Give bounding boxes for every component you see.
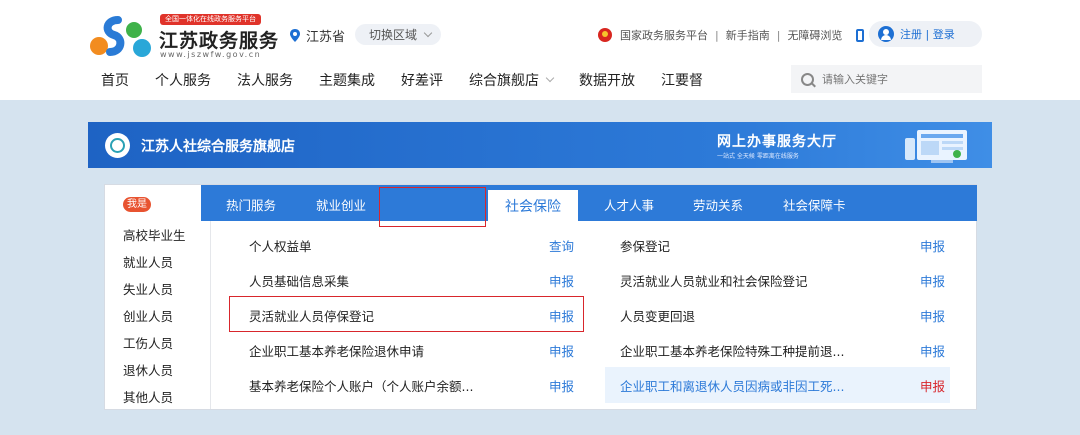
nav-rating[interactable]: 好差评 <box>401 70 443 90</box>
sidebar-item-entrepreneur[interactable]: 创业人员 <box>123 306 173 325</box>
sidebar-item-injured[interactable]: 工伤人员 <box>123 333 173 352</box>
tab-labor-relations[interactable]: 劳动关系 <box>693 195 743 214</box>
main-nav: 首页 个人服务 法人服务 主题集成 好差评 综合旗舰店 数据开放 江要督 <box>101 70 729 90</box>
computer-illustration-icon <box>905 130 967 163</box>
apply-button[interactable]: 申报 <box>549 341 574 360</box>
service-name: 人员基础信息采集 <box>249 273 350 289</box>
service-name: 企业职工基本养老保险退休申请 <box>249 343 425 359</box>
service-hall-subtitle: 一站式 全天候 零距离在线服务 <box>717 153 799 160</box>
province-label: 江苏省 <box>306 30 346 45</box>
mobile-phone-icon[interactable] <box>856 28 865 42</box>
site-logo-icon[interactable] <box>88 14 154 60</box>
service-row[interactable]: 参保登记 申报 <box>620 227 950 263</box>
service-name: 基本养老保险个人账户（个人账户余额... <box>249 378 474 394</box>
service-row[interactable]: 基本养老保险个人账户（个人账户余额... 申报 <box>249 367 579 403</box>
category-tabs: 热门服务 就业创业 社会保险 人才人事 劳动关系 社会保障卡 <box>201 185 977 221</box>
store-title: 江苏人社综合服务旗舰店 <box>141 139 295 155</box>
national-platform-link[interactable]: 国家政务服务平台 <box>620 27 708 43</box>
tab-talent[interactable]: 人才人事 <box>604 195 654 214</box>
apply-button[interactable]: 申报 <box>920 271 945 290</box>
nav-personal[interactable]: 个人服务 <box>155 70 211 90</box>
sidebar-item-employed[interactable]: 就业人员 <box>123 252 173 271</box>
search-icon[interactable] <box>801 72 814 86</box>
identity-sidebar: 我是 高校毕业生 就业人员 失业人员 创业人员 工伤人员 退休人员 其他人员 <box>105 185 211 409</box>
service-hall-title[interactable]: 网上办事服务大厅 <box>717 131 837 151</box>
switch-region-label: 切换区域 <box>369 28 418 42</box>
sidebar-item-retired[interactable]: 退休人员 <box>123 360 173 379</box>
apply-button[interactable]: 申报 <box>920 341 945 360</box>
site-url: www.jszwfw.gov.cn <box>160 50 262 59</box>
apply-button[interactable]: 申报 <box>549 271 574 290</box>
search-box <box>791 65 982 93</box>
tab-social-security-card[interactable]: 社会保障卡 <box>783 195 846 214</box>
site-header: 全国一体化在线政务服务平台 江苏政务服务 www.jszwfw.gov.cn 江… <box>0 0 1080 100</box>
tab-social-insurance[interactable]: 社会保险 <box>488 190 578 221</box>
nav-flagship[interactable]: 综合旗舰店 <box>469 70 555 90</box>
service-name: 企业职工基本养老保险特殊工种提前退... <box>620 343 845 359</box>
apply-button[interactable]: 申报 <box>920 306 945 325</box>
nav-home[interactable]: 首页 <box>101 70 129 90</box>
service-row[interactable]: 人员变更回退 申报 <box>620 297 950 333</box>
service-row[interactable]: 人员基础信息采集 申报 <box>249 262 579 298</box>
tab-employment[interactable]: 就业创业 <box>316 195 366 214</box>
current-region: 江苏省 <box>290 26 345 45</box>
sidebar-item-other[interactable]: 其他人员 <box>123 387 173 406</box>
login-label: 注册 | 登录 <box>900 28 955 41</box>
switch-region-dropdown[interactable]: 切换区域 <box>355 24 441 45</box>
apply-button[interactable]: 申报 <box>549 376 574 395</box>
nav-open-data[interactable]: 数据开放 <box>579 70 635 90</box>
service-row[interactable]: 灵活就业人员就业和社会保险登记 申报 <box>620 262 950 298</box>
national-emblem-icon <box>598 28 612 42</box>
tab-highlight-box <box>379 187 486 227</box>
service-row[interactable]: 企业职工基本养老保险退休申请 申报 <box>249 332 579 368</box>
hrss-logo-icon <box>105 133 130 158</box>
apply-button[interactable]: 申报 <box>920 236 945 255</box>
apply-button[interactable]: 申报 <box>920 376 945 395</box>
guide-link[interactable]: 新手指南 <box>726 27 770 43</box>
service-name: 参保登记 <box>620 238 671 254</box>
nav-topics[interactable]: 主题集成 <box>319 70 375 90</box>
nav-supervision[interactable]: 江要督 <box>661 70 703 90</box>
login-button[interactable]: 注册 | 登录 <box>869 21 982 47</box>
query-button[interactable]: 查询 <box>549 236 574 255</box>
platform-badge: 全国一体化在线政务服务平台 <box>160 14 261 25</box>
location-pin-icon <box>290 29 300 42</box>
chevron-down-icon <box>423 28 433 38</box>
search-input[interactable] <box>822 72 972 86</box>
service-row-hovered[interactable]: 企业职工和离退休人员因病或非因工死... 申报 <box>605 367 950 403</box>
service-name: 人员变更回退 <box>620 308 696 324</box>
service-name: 企业职工和离退休人员因病或非因工死... <box>620 378 845 394</box>
chevron-down-icon <box>545 73 555 83</box>
service-row[interactable]: 企业职工基本养老保险特殊工种提前退... 申报 <box>620 332 950 368</box>
top-links: 国家政务服务平台 | 新手指南 | 无障碍浏览 <box>598 27 865 43</box>
row-highlight-box <box>229 296 584 332</box>
service-name: 个人权益单 <box>249 238 312 254</box>
site-title[interactable]: 江苏政务服务 <box>159 26 279 53</box>
me-badge: 我是 <box>123 197 151 212</box>
store-banner: 江苏人社综合服务旗舰店 网上办事服务大厅 一站式 全天候 零距离在线服务 <box>88 122 992 168</box>
service-row[interactable]: 个人权益单 查询 <box>249 227 579 263</box>
sidebar-item-graduate[interactable]: 高校毕业生 <box>123 225 186 244</box>
nav-legal-person[interactable]: 法人服务 <box>237 70 293 90</box>
sidebar-item-unemployed[interactable]: 失业人员 <box>123 279 173 298</box>
accessibility-link[interactable]: 无障碍浏览 <box>787 27 842 43</box>
service-name: 灵活就业人员就业和社会保险登记 <box>620 273 808 289</box>
user-icon <box>878 26 894 42</box>
tab-hot-services[interactable]: 热门服务 <box>226 195 276 214</box>
